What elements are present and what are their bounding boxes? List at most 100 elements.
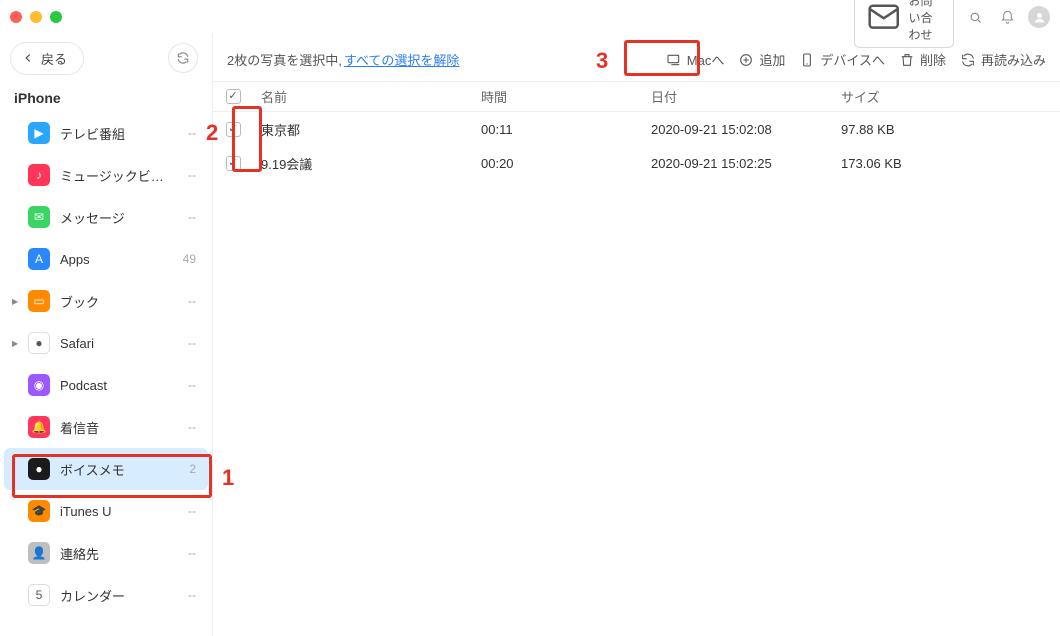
sidebar-item[interactable]: ♪ミュージックビ…-- [4, 154, 208, 196]
add-button[interactable]: 追加 [738, 50, 785, 69]
sidebar-item-label: 連絡先 [60, 544, 188, 563]
sidebar-item[interactable]: ◉ Podcast-- [4, 364, 208, 406]
sidebar-item-count: -- [188, 588, 196, 602]
cell-name: 東京都 [253, 120, 473, 139]
bell-icon [1000, 10, 1015, 25]
sidebar-item-count: -- [188, 336, 196, 350]
sidebar: 戻る iPhone ▶テレビ番組--♪ミュージックビ…--✉メッセージ--AAp… [0, 34, 212, 636]
table-header: 名前 時間 日付 サイズ [213, 82, 1060, 112]
sidebar-item-icon: ✉ [28, 206, 50, 228]
sidebar-item-count: 2 [189, 462, 196, 476]
delete-label: 削除 [920, 50, 946, 69]
back-label: 戻る [41, 49, 67, 68]
col-name[interactable]: 名前 [253, 87, 473, 106]
traffic-lights [10, 11, 62, 23]
sidebar-list: ▶テレビ番組--♪ミュージックビ…--✉メッセージ--AApps49▭ブック--… [0, 112, 212, 616]
col-size[interactable]: サイズ [833, 87, 1060, 106]
sidebar-item-label: テレビ番組 [60, 124, 188, 143]
reload-button[interactable]: 再読み込み [960, 50, 1046, 69]
maximize-window[interactable] [50, 11, 62, 23]
sidebar-item-count: -- [188, 210, 196, 224]
col-date[interactable]: 日付 [643, 87, 833, 106]
sidebar-item-icon: 🔔 [28, 416, 50, 438]
sidebar-item[interactable]: ● Safari-- [4, 322, 208, 364]
cell-time: 00:11 [473, 122, 643, 137]
account-avatar[interactable] [1028, 6, 1050, 28]
delete-button[interactable]: 削除 [899, 50, 946, 69]
sidebar-item-count: 49 [183, 252, 196, 266]
export-to-mac-button[interactable]: Macへ [666, 50, 725, 69]
sidebar-item[interactable]: ▶ テレビ番組-- [4, 112, 208, 154]
refresh-button[interactable] [168, 43, 198, 73]
export-to-mac-label: Macへ [687, 50, 725, 69]
table-row[interactable]: 東京都00:112020-09-21 15:02:0897.88 KB [213, 112, 1060, 146]
sidebar-item-label: Apps [60, 252, 183, 267]
sidebar-item-icon: 👤 [28, 542, 50, 564]
col-time[interactable]: 時間 [473, 87, 643, 106]
sidebar-item[interactable]: 👤連絡先-- [4, 532, 208, 574]
back-button[interactable]: 戻る [10, 42, 84, 75]
cell-date: 2020-09-21 15:02:08 [643, 122, 833, 137]
sidebar-item-label: ブック [60, 292, 188, 311]
device-header: iPhone [0, 78, 212, 112]
sidebar-item-icon: 5 [28, 584, 50, 606]
reload-label: 再読み込み [981, 50, 1046, 69]
sidebar-item-count: -- [188, 294, 196, 308]
titlebar: お問い合わせ [0, 0, 1060, 34]
sidebar-item-count: -- [188, 126, 196, 140]
sidebar-item-icon: ♪ [28, 164, 50, 186]
refresh-icon [176, 51, 190, 65]
row-checkbox[interactable] [226, 156, 241, 171]
sidebar-item-count: -- [188, 504, 196, 518]
trash-icon [899, 52, 915, 68]
search-button[interactable] [964, 6, 986, 28]
sidebar-item-icon: 🎓 [28, 500, 50, 522]
bell-button[interactable] [996, 6, 1018, 28]
sidebar-item-label: カレンダー [60, 586, 188, 605]
sidebar-item[interactable]: 🔔 着信音-- [4, 406, 208, 448]
content-area: 2枚の写真を選択中, すべての選択を解除 Macへ 追加 デバイスへ 削除 [212, 34, 1060, 636]
deselect-all-link[interactable]: すべての選択を解除 [344, 50, 460, 69]
sidebar-item[interactable]: A Apps49 [4, 238, 208, 280]
sidebar-item-icon: ◉ [28, 374, 50, 396]
sidebar-item-count: -- [188, 378, 196, 392]
sidebar-item-label: Safari [60, 336, 188, 351]
sidebar-item-label: Podcast [60, 378, 188, 393]
cell-name: 9.19会議 [253, 154, 473, 173]
to-device-button[interactable]: デバイスへ [799, 50, 885, 69]
sidebar-item-icon: A [28, 248, 50, 270]
to-device-label: デバイスへ [820, 50, 885, 69]
action-bar: 2枚の写真を選択中, すべての選択を解除 Macへ 追加 デバイスへ 削除 [213, 38, 1060, 82]
sidebar-item-label: メッセージ [60, 208, 188, 227]
mail-icon [865, 0, 902, 36]
close-window[interactable] [10, 11, 22, 23]
sidebar-item-icon: ● [28, 458, 50, 480]
cell-date: 2020-09-21 15:02:25 [643, 156, 833, 171]
sidebar-item-label: iTunes U [60, 504, 188, 519]
cell-size: 173.06 KB [833, 156, 1060, 171]
plus-circle-icon [738, 52, 754, 68]
sidebar-item-icon: ▶ [28, 122, 50, 144]
sidebar-item-label: 着信音 [60, 418, 188, 437]
select-all-checkbox[interactable] [226, 89, 241, 104]
selection-count: 2枚の写真を選択中, [227, 50, 342, 69]
table-body: 東京都00:112020-09-21 15:02:0897.88 KB9.19会… [213, 112, 1060, 180]
table-row[interactable]: 9.19会議00:202020-09-21 15:02:25173.06 KB [213, 146, 1060, 180]
sidebar-item[interactable]: ✉ メッセージ-- [4, 196, 208, 238]
sidebar-item[interactable]: ● ボイスメモ2 [4, 448, 208, 490]
arrow-left-icon [21, 51, 35, 65]
minimize-window[interactable] [30, 11, 42, 23]
sidebar-item[interactable]: 🎓 iTunes U-- [4, 490, 208, 532]
sidebar-item-count: -- [188, 420, 196, 434]
sidebar-item[interactable]: ▭ ブック-- [4, 280, 208, 322]
reload-icon [960, 52, 976, 68]
sidebar-item-icon: ▭ [28, 290, 50, 312]
sidebar-item-icon: ● [28, 332, 50, 354]
export-icon [666, 52, 682, 68]
sidebar-item-count: -- [188, 168, 196, 182]
sidebar-item-label: ボイスメモ [60, 460, 189, 479]
search-icon [968, 10, 983, 25]
device-icon [799, 52, 815, 68]
row-checkbox[interactable] [226, 122, 241, 137]
sidebar-item[interactable]: 5 カレンダー-- [4, 574, 208, 616]
